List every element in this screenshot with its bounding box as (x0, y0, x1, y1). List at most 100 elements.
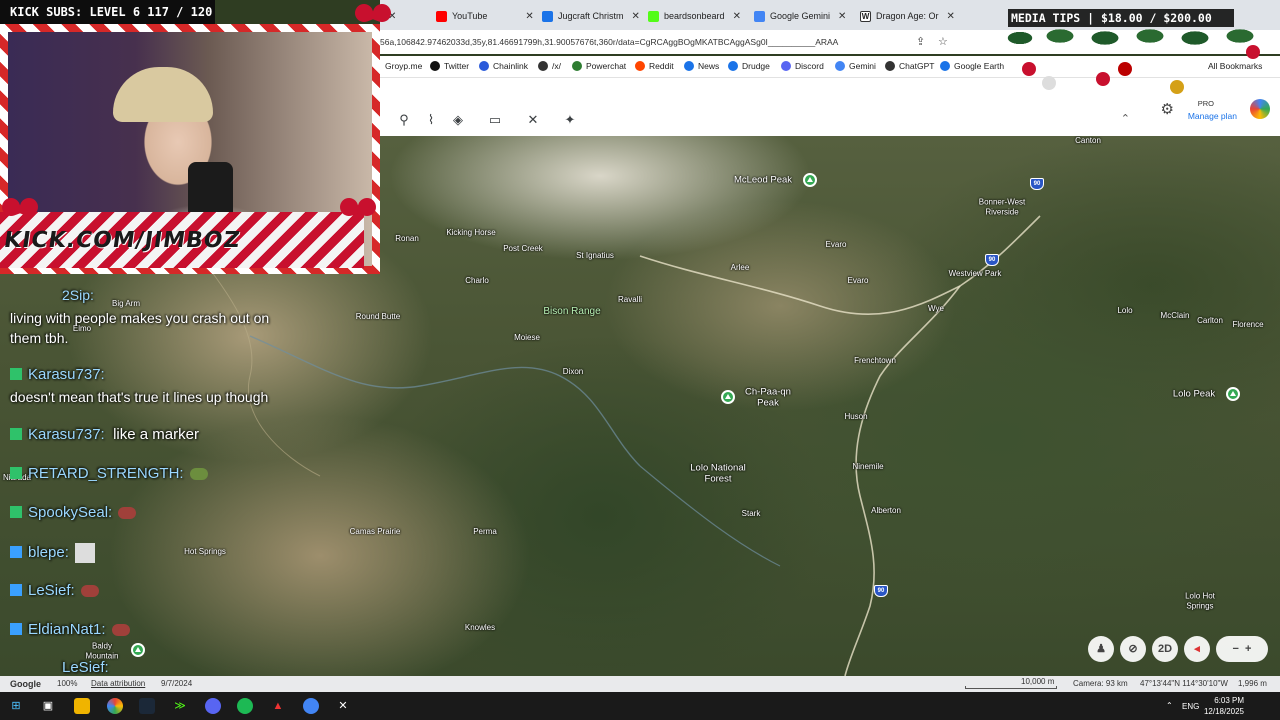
emote-icon (111, 624, 130, 637)
bookmark-item[interactable]: Drudge (728, 61, 770, 71)
language-indicator[interactable]: ENG (1182, 702, 1199, 711)
imagery-date: 9/7/2024 (161, 679, 193, 688)
tab-jugcraft[interactable]: Jugcraft Christm ✕ (542, 6, 640, 26)
add-path-icon[interactable]: ⌇ (421, 111, 441, 129)
zoom-controls[interactable]: − + (1216, 636, 1268, 662)
clock-time[interactable]: 6:03 PM (1200, 696, 1244, 705)
data-attribution-link[interactable]: Data attribution (91, 679, 145, 688)
tab-youtube[interactable]: YouTube ✕ (436, 6, 534, 26)
tab-gemini[interactable]: Google Gemini ✕ (754, 6, 846, 26)
place-label[interactable]: Lolo Peak (1173, 388, 1215, 399)
tray-chevron-icon[interactable]: ⌃ (1166, 701, 1173, 710)
obs-icon[interactable]: ✕ (335, 698, 351, 714)
close-icon[interactable]: ✕ (838, 11, 846, 22)
chpaaqn-peak-pin-icon[interactable] (721, 390, 735, 404)
windows-start-icon[interactable]: ⊞ (8, 698, 24, 714)
chrome-icon[interactable] (107, 698, 123, 714)
place-label[interactable]: Lolo Hot Springs (1185, 591, 1215, 610)
close-icon[interactable]: ✕ (947, 11, 955, 22)
place-label[interactable]: Lolo (1117, 306, 1132, 316)
manage-plan-link[interactable]: Manage plan (1188, 111, 1237, 121)
close-icon[interactable]: ✕ (632, 11, 640, 22)
place-label[interactable]: McLeod Peak (734, 174, 792, 185)
place-label[interactable]: Ronan (395, 234, 419, 244)
discord-icon[interactable] (205, 698, 221, 714)
place-label[interactable]: Charlo (465, 276, 489, 286)
bookmark-item[interactable]: Gemini (835, 61, 876, 71)
place-label[interactable]: Frenchtown (854, 356, 896, 366)
terminal-icon[interactable]: ≫ (172, 698, 188, 714)
spotify-icon[interactable] (237, 698, 253, 714)
place-label[interactable]: Perma (473, 527, 497, 537)
place-label[interactable]: McClain (1161, 311, 1190, 321)
task-view-icon[interactable]: ▣ (40, 698, 56, 714)
place-label[interactable]: Wye (928, 304, 944, 314)
place-label[interactable]: Post Creek (503, 244, 543, 254)
bookmark-item[interactable]: ChatGPT (885, 61, 934, 71)
tools-icon[interactable]: ✕ (523, 111, 543, 129)
steam-icon[interactable] (139, 698, 155, 714)
mcleod-peak-pin-icon[interactable] (803, 173, 817, 187)
chatgpt-icon (885, 61, 895, 71)
place-label[interactable]: Florence (1232, 320, 1263, 330)
chevron-up-icon[interactable]: ⌃ (1121, 112, 1130, 125)
lolo-peak-pin-icon[interactable] (1226, 387, 1240, 401)
measure-ruler-icon[interactable]: ▭ (485, 111, 505, 129)
bookmark-item[interactable]: Twitter (430, 61, 469, 71)
clock-date[interactable]: 12/18/2025 (1200, 707, 1244, 716)
place-label[interactable]: Huson (844, 412, 867, 422)
bookmark-star-icon[interactable]: ☆ (938, 35, 948, 48)
pegman-icon[interactable]: ♟ (1088, 636, 1114, 662)
url-text[interactable]: 56a,106842.97462033d,35y,81.46691799h,31… (380, 37, 838, 47)
place-label[interactable]: Bison Range (543, 306, 600, 318)
bookmark-item[interactable]: Discord (781, 61, 824, 71)
gemini-icon (835, 61, 845, 71)
layers-icon[interactable]: ◈ (448, 111, 468, 129)
place-label[interactable]: Moiese (514, 333, 540, 343)
place-label[interactable]: Stark (742, 509, 761, 519)
place-label[interactable]: Lolo National Forest (690, 463, 745, 486)
view-2d-button[interactable]: 2D (1152, 636, 1178, 662)
place-label[interactable]: Carlton (1197, 316, 1223, 326)
bookmark-item[interactable]: Chainlink (479, 61, 528, 71)
place-label[interactable]: Canton (1075, 136, 1101, 146)
add-placemark-icon[interactable]: ⚲ (394, 111, 414, 129)
place-label[interactable]: Ninemile (852, 462, 883, 472)
place-label[interactable]: Arlee (731, 263, 750, 273)
bookmark-item[interactable]: Powerchat (572, 61, 626, 71)
place-label[interactable]: St Ignatius (576, 251, 614, 261)
bookmark-item[interactable]: News (684, 61, 719, 71)
bookmark-item[interactable]: /x/ (538, 61, 561, 71)
app-icon[interactable]: ▲ (270, 698, 286, 714)
place-label[interactable]: Westview Park (949, 269, 1002, 279)
file-explorer-icon[interactable] (74, 698, 90, 714)
place-label[interactable]: Bonner-West Riverside (979, 197, 1026, 216)
tab-kick[interactable]: beardsonbeard ✕ (648, 6, 741, 26)
place-label[interactable]: Dixon (563, 367, 583, 377)
ornament-icon (1118, 62, 1132, 76)
bookmark-item[interactable]: Reddit (635, 61, 674, 71)
close-icon[interactable]: ✕ (525, 11, 533, 22)
place-label[interactable]: Kicking Horse (446, 228, 495, 238)
kick-url-label: KICK.COM/JIMBOZ (2, 228, 243, 253)
bookmark-item[interactable]: Groyp.me (385, 61, 422, 71)
place-label[interactable]: Knowles (465, 623, 495, 633)
place-label[interactable]: Evaro (848, 276, 869, 286)
chat-line: LeSief: (62, 659, 109, 676)
no-tilt-icon[interactable]: ⊘ (1120, 636, 1146, 662)
gear-icon[interactable]: ⚙ (1161, 100, 1174, 118)
place-label[interactable]: Evaro (826, 240, 847, 250)
bookmark-item[interactable]: Google Earth (940, 61, 1004, 71)
install-app-icon[interactable]: ⇪ (916, 35, 925, 48)
place-label[interactable]: Ravalli (618, 295, 642, 305)
screen: 90 90 90 McLeod Peak Bonner-West Riversi… (0, 0, 1280, 720)
scale-label: 10,000 m (1021, 677, 1055, 686)
place-label[interactable]: Alberton (871, 506, 901, 516)
compass-icon[interactable]: ◂ (1184, 636, 1210, 662)
close-icon[interactable]: ✕ (733, 11, 741, 22)
tab-dragon-age[interactable]: W Dragon Age: Or ✕ (860, 6, 955, 26)
sparkle-icon[interactable]: ✦ (560, 111, 580, 129)
place-label[interactable]: Ch-Paa-qn Peak (745, 387, 791, 410)
account-avatar[interactable] (1250, 99, 1270, 119)
browser-icon[interactable] (303, 698, 319, 714)
